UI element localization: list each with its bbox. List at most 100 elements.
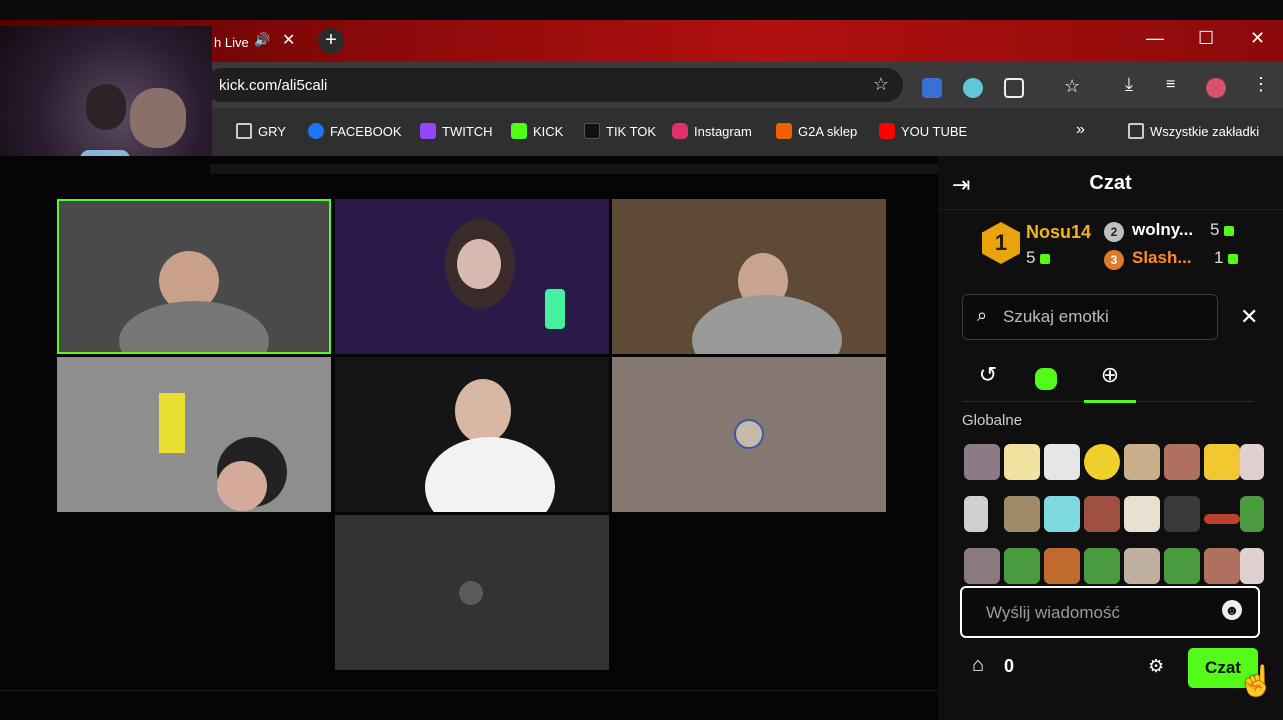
video-tile-3 [612, 199, 886, 354]
store-icon[interactable]: ⌂ [972, 654, 984, 677]
message-box[interactable]: ☻ [960, 586, 1260, 638]
maximize-icon[interactable]: ☐ [1198, 28, 1214, 49]
rank-2-badge: 2 [1104, 222, 1124, 242]
menu-kebab-icon[interactable]: ⋮ [1252, 74, 1272, 94]
kick-sub-icon [1224, 225, 1235, 236]
leader-1-name[interactable]: Nosu14 [1026, 222, 1091, 243]
emote[interactable] [1204, 444, 1240, 480]
all-bookmarks[interactable]: Wszystkie zakładki [1128, 123, 1259, 139]
chat-header: ⇥ Czat [938, 156, 1283, 210]
leader-2-name[interactable]: wolny... [1132, 220, 1193, 240]
favorites-icon[interactable]: ☆ [1064, 76, 1084, 96]
emote[interactable] [1124, 444, 1160, 480]
emote[interactable] [1044, 548, 1080, 584]
bookmark-facebook[interactable]: FACEBOOK [308, 123, 402, 139]
twitch-icon [420, 123, 436, 139]
emote[interactable] [1044, 444, 1080, 480]
g2a-icon [776, 123, 792, 139]
emote[interactable] [1124, 496, 1160, 532]
chat-footer: ⌂ 0 ⚙ Czat [938, 646, 1283, 688]
emote[interactable] [1044, 496, 1080, 532]
emote[interactable] [1004, 496, 1040, 532]
extension-icon[interactable] [963, 78, 983, 98]
youtube-icon [879, 123, 895, 139]
video-tile-7 [335, 515, 609, 670]
bookmark-label: TWITCH [442, 123, 493, 139]
recent-emotes-tab[interactable]: ↺ [962, 362, 1014, 402]
address-bar[interactable]: kick.com/ali5cali ☆ [205, 68, 903, 102]
emote[interactable] [1084, 496, 1120, 532]
chat-title: Czat [1089, 172, 1132, 194]
window-close-icon[interactable]: ✕ [1250, 28, 1265, 49]
bookmark-tiktok[interactable]: TIK TOK [584, 123, 656, 139]
bookmark-star-icon[interactable]: ☆ [873, 74, 889, 95]
participant-face [457, 239, 501, 289]
top-strip [0, 0, 1283, 20]
emote[interactable] [1204, 548, 1240, 584]
profile-avatar[interactable] [1206, 78, 1226, 98]
emoji-icon[interactable]: ☻ [1222, 600, 1242, 620]
bookmark-kick[interactable]: KICK [511, 123, 563, 139]
leader-1-count: 5 [1026, 248, 1051, 268]
extensions-puzzle-icon[interactable] [1004, 78, 1024, 98]
emote-search-input[interactable] [1003, 303, 1203, 331]
bookmark-twitch[interactable]: TWITCH [420, 123, 493, 139]
emote[interactable] [1084, 444, 1120, 480]
chat-message-input[interactable] [986, 600, 1216, 626]
bookmark-gry[interactable]: GRY [236, 123, 286, 139]
teddy-bear [130, 88, 186, 148]
kick-sub-icon [1228, 253, 1239, 264]
history-icon: ↺ [978, 362, 998, 387]
emote[interactable] [1004, 548, 1040, 584]
new-tab-button[interactable]: + [318, 28, 344, 54]
emote[interactable] [1004, 444, 1040, 480]
channel-emotes-tab[interactable] [1020, 362, 1072, 402]
url-text: kick.com/ali5cali [219, 77, 328, 94]
gear-icon[interactable]: ⚙ [1148, 656, 1164, 677]
participant-face [217, 461, 267, 511]
bookmark-instagram[interactable]: Instagram [672, 123, 752, 139]
video-tile-2 [335, 199, 609, 354]
emote[interactable] [1164, 548, 1200, 584]
emote[interactable] [964, 496, 988, 532]
folder-icon [1128, 123, 1144, 139]
emote[interactable] [1124, 548, 1160, 584]
search-icon: ⌕ [977, 305, 988, 325]
media-control-icon[interactable]: ≡ [1166, 76, 1186, 96]
emote[interactable] [1240, 444, 1264, 480]
leader-2-count: 5 [1210, 220, 1235, 240]
minimize-icon[interactable]: — [1146, 28, 1164, 49]
active-tab-indicator [1084, 400, 1136, 403]
close-icon[interactable]: ✕ [1240, 304, 1258, 330]
global-emotes-tab[interactable]: ⊕ [1084, 362, 1136, 402]
more-bookmarks-icon[interactable]: » [1076, 121, 1085, 139]
leader-3-name[interactable]: Slash... [1132, 248, 1192, 268]
translate-icon[interactable] [922, 78, 942, 98]
bookmark-g2a[interactable]: G2A sklep [776, 123, 857, 139]
video-tile-5 [335, 357, 609, 512]
emote[interactable] [1084, 548, 1120, 584]
bookmark-label: GRY [258, 123, 286, 139]
tab-title: h Live [214, 34, 249, 50]
all-bookmarks-label: Wszystkie zakładki [1150, 123, 1260, 139]
emote[interactable] [1240, 548, 1264, 584]
browser-tab[interactable]: h Live 🔊 ✕ [210, 24, 306, 60]
emote[interactable] [964, 444, 1000, 480]
emote[interactable] [1240, 496, 1264, 532]
bookmark-label: Instagram [694, 123, 752, 139]
speaker-icon[interactable]: 🔊 [254, 32, 270, 48]
emote-search[interactable]: ⌕ [962, 294, 1218, 340]
tab-close-icon[interactable]: ✕ [282, 30, 295, 50]
emote[interactable] [1164, 444, 1200, 480]
gift-leaderboard: 1 Nosu14 5 2 wolny... 5 3 Slash... 1 [938, 212, 1283, 276]
emote[interactable] [1204, 514, 1240, 524]
emote[interactable] [1164, 496, 1200, 532]
download-icon[interactable]: ⤓ [1125, 74, 1145, 94]
section-label: Globalne [962, 412, 1023, 429]
globe-icon: ⊕ [1100, 362, 1120, 387]
bookmark-youtube[interactable]: YOU TUBE [879, 123, 967, 139]
rank-1-badge: 1 [982, 222, 1020, 264]
bookmark-label: TIK TOK [606, 123, 657, 139]
emote[interactable] [964, 548, 1000, 584]
video-tile-1 [57, 199, 331, 354]
